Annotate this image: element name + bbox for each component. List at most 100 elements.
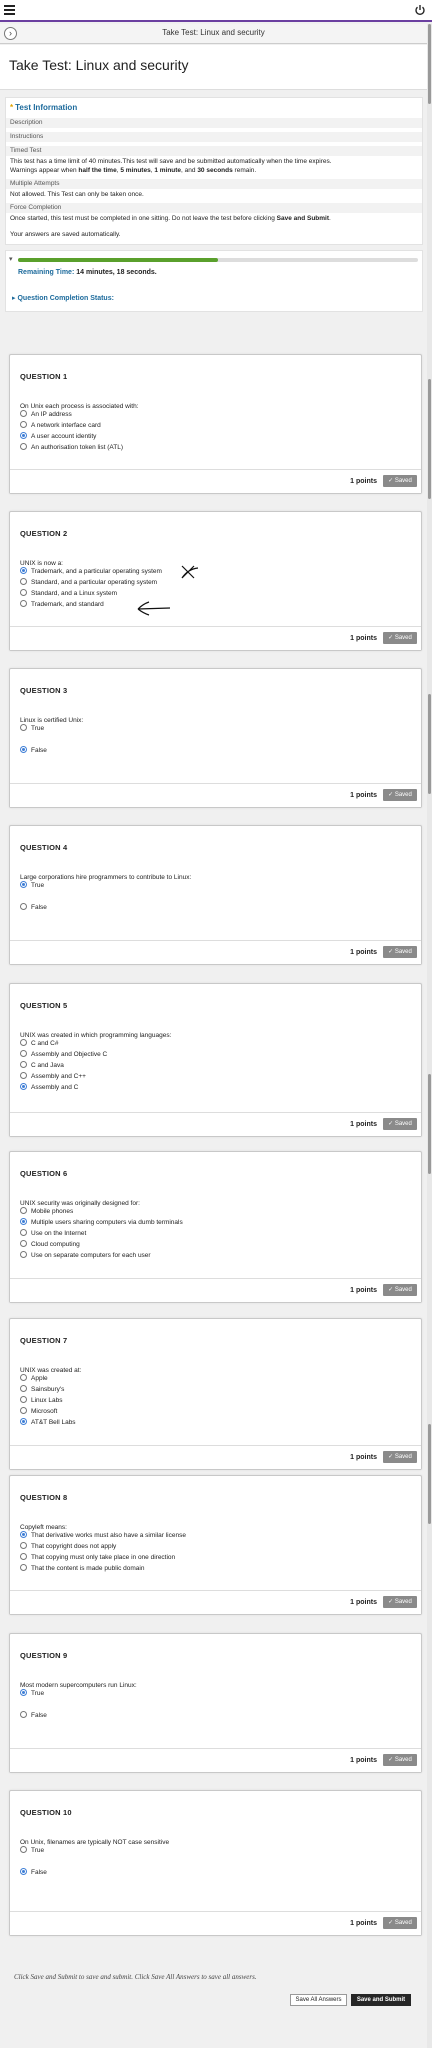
radio-button[interactable] [20,1072,27,1079]
question-card: QUESTION 10 On Unix, filenames are typica… [9,1790,422,1936]
answer-option-label: True [31,725,45,732]
answer-option[interactable]: Sainsbury's [20,1385,64,1394]
checkmark-icon: ✓ [388,1757,395,1763]
radio-button[interactable] [20,1251,27,1258]
answer-option[interactable]: True [20,881,44,890]
radio-button[interactable] [20,1083,27,1090]
scrollbar-thumb[interactable] [428,379,431,499]
answer-option[interactable]: C and Java [20,1061,64,1070]
checkmark-icon: ✓ [388,1287,395,1293]
answer-option[interactable]: That derivative works must also have a s… [20,1531,186,1540]
question-title: QUESTION 5 [20,1001,68,1010]
radio-button[interactable] [20,410,27,417]
menu-icon[interactable] [4,5,15,15]
answer-option[interactable]: That the content is made public domain [20,1564,144,1573]
test-information-panel: * Test Information Description Instructio… [5,97,423,245]
answer-option[interactable]: That copyright does not apply [20,1542,116,1551]
radio-button[interactable] [20,903,27,910]
answer-option-label: Use on separate computers for each user [31,1252,151,1259]
answer-option[interactable]: Use on the Internet [20,1229,86,1238]
radio-button[interactable] [20,881,27,888]
answer-option[interactable]: Linux Labs [20,1396,62,1405]
radio-button[interactable] [20,1868,27,1875]
radio-button[interactable] [20,724,27,731]
radio-button[interactable] [20,1207,27,1214]
answer-option[interactable]: True [20,1846,44,1855]
answer-option-label: That derivative works must also have a s… [31,1532,186,1539]
checkmark-icon: ✓ [388,1454,395,1460]
answer-option[interactable]: Assembly and C++ [20,1072,86,1081]
radio-button[interactable] [20,1061,27,1068]
save-and-submit-button[interactable]: Save and Submit [351,1994,411,2006]
answer-option[interactable]: AT&T Bell Labs [20,1418,76,1427]
answer-option[interactable]: An authorisation token list (ATL) [20,443,123,452]
radio-button[interactable] [20,443,27,450]
radio-button[interactable] [20,421,27,428]
footer-note: Click Save and Submit to save and submit… [14,1973,257,1981]
saved-label: Saved [394,635,412,641]
radio-button[interactable] [20,1531,27,1538]
radio-button[interactable] [20,1396,27,1403]
answer-option-label: A network interface card [31,422,101,429]
radio-button[interactable] [20,1050,27,1057]
radio-button[interactable] [20,1407,27,1414]
answer-option[interactable]: False [20,1711,47,1720]
answer-option[interactable]: Apple [20,1374,48,1383]
answer-option[interactable]: C and C# [20,1039,58,1048]
checkmark-icon: ✓ [388,635,395,641]
radio-button[interactable] [20,746,27,753]
answer-option[interactable]: True [20,1689,44,1698]
radio-button[interactable] [20,1218,27,1225]
saved-badge: ✓ Saved [383,475,417,487]
caret-down-icon[interactable]: ▾ [9,255,13,263]
answer-option[interactable]: Use on separate computers for each user [20,1251,151,1260]
scrollbar-thumb[interactable] [428,24,431,104]
answer-option[interactable]: False [20,1868,47,1877]
radio-button[interactable] [20,1689,27,1696]
answer-option-label: C and C# [31,1040,59,1047]
scrollbar-thumb[interactable] [428,1424,431,1524]
answer-option[interactable]: Microsoft [20,1407,57,1416]
answer-option[interactable]: False [20,746,47,755]
answer-option[interactable]: Multiple users sharing computers via dum… [20,1218,183,1227]
radio-button[interactable] [20,1553,27,1560]
saved-badge: ✓ Saved [383,1284,417,1296]
radio-button[interactable] [20,1846,27,1853]
scrollbar[interactable] [427,24,432,2048]
saved-badge: ✓ Saved [383,1451,417,1463]
radio-button[interactable] [20,1564,27,1571]
answer-option[interactable]: A network interface card [20,421,101,430]
question-text: Copyleft means: [20,1524,67,1531]
radio-button[interactable] [20,1039,27,1046]
radio-button[interactable] [20,1418,27,1425]
answer-option[interactable]: False [20,903,47,912]
scrollbar-thumb[interactable] [428,694,431,794]
radio-button[interactable] [20,432,27,439]
save-all-answers-button[interactable]: Save All Answers [290,1994,347,2006]
answer-option-label: False [31,904,47,911]
description-label: Description [6,118,422,128]
question-title: QUESTION 9 [20,1651,68,1660]
saved-badge: ✓ Saved [383,632,417,644]
answer-option[interactable]: True [20,724,44,733]
radio-button[interactable] [20,1374,27,1381]
power-icon[interactable] [414,4,426,16]
answer-option[interactable]: Assembly and Objective C [20,1050,107,1059]
instructions-label: Instructions [6,132,422,142]
radio-button[interactable] [20,1542,27,1549]
radio-button[interactable] [20,1229,27,1236]
question-completion-status-toggle[interactable]: ▸ Question Completion Status: [12,294,114,302]
radio-button[interactable] [20,1240,27,1247]
scrollbar-thumb[interactable] [428,1074,431,1174]
test-information-heading[interactable]: * Test Information [10,103,77,112]
radio-button[interactable] [20,1385,27,1392]
question-footer: 1 points ✓ Saved [10,469,421,493]
answer-option[interactable]: Mobile phones [20,1207,73,1216]
radio-button[interactable] [20,1711,27,1718]
answer-option[interactable]: That copying must only take place in one… [20,1553,175,1562]
answer-option[interactable]: An IP address [20,410,72,419]
answer-option[interactable]: Assembly and C [20,1083,78,1092]
window-title: Take Test: Linux and security [162,28,265,37]
answer-option[interactable]: Cloud computing [20,1240,80,1249]
answer-option[interactable]: A user account identity [20,432,96,441]
